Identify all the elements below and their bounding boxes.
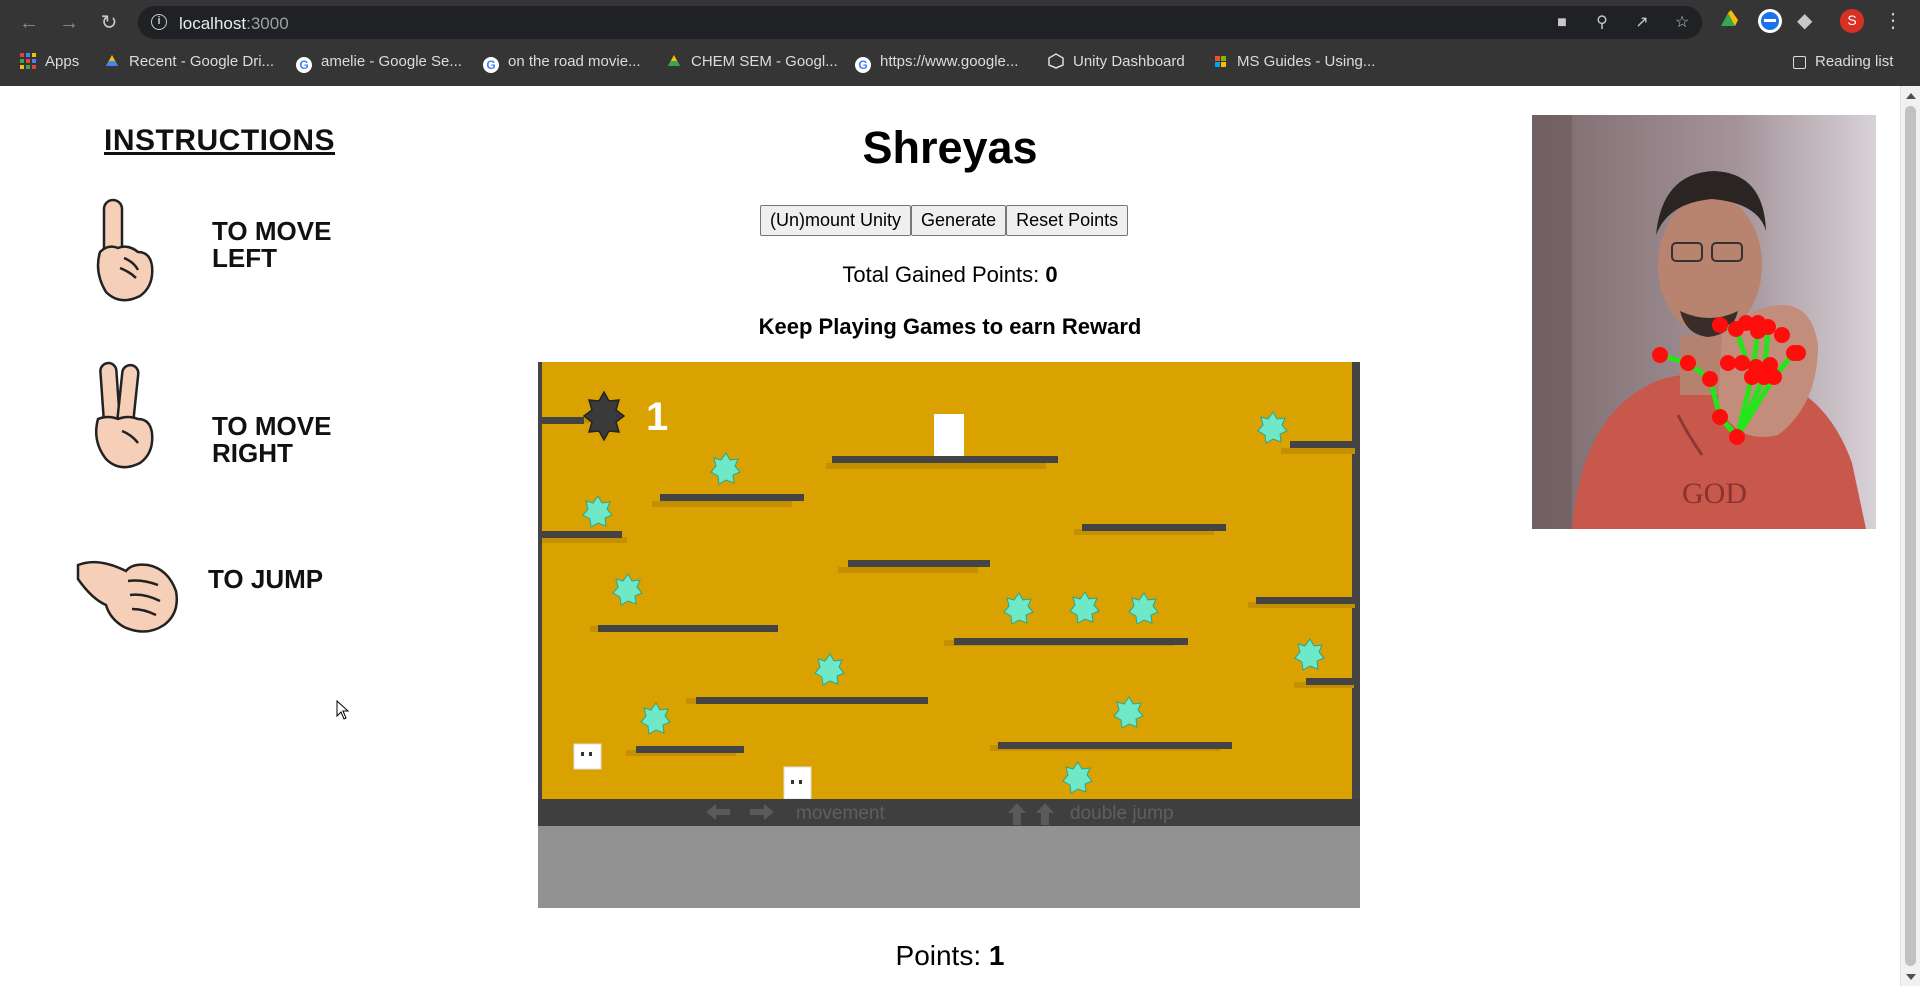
instruction-jump: TO JUMP [76, 536, 376, 656]
points: Points: 1 [895, 940, 1005, 971]
game-left-wall [538, 362, 542, 799]
bookmark-on-the-road[interactable]: Gon the road movie... [483, 52, 641, 73]
unity-game-canvas[interactable]: 1 movement double jump [538, 362, 1360, 908]
bookmark-star-icon[interactable]: ☆ [1672, 15, 1692, 31]
camera-icon[interactable]: ■ [1552, 15, 1572, 31]
peace-sign-hand-icon [95, 361, 154, 469]
mouse-cursor [336, 700, 350, 720]
google-icon: G [855, 57, 871, 73]
player-character [573, 743, 602, 770]
instruction-move-left: TO MOVE LEFT [80, 196, 380, 316]
menu-kebab-icon[interactable]: ⋮ [1880, 8, 1906, 34]
browser-chrome: ← → ↻ i localhost:3000 ■ ⚲ ↗ ☆ ◆ S ⋮ App… [0, 0, 1920, 86]
goal-door [934, 414, 964, 456]
google-drive-icon [668, 55, 680, 66]
google-icon: G [296, 57, 312, 73]
zoom-icon[interactable]: ⚲ [1592, 15, 1612, 31]
bookmark-ms-guides[interactable]: MS Guides - Using... [1212, 52, 1375, 72]
double-jump-hint: double jump [1070, 803, 1174, 824]
address-bar[interactable]: i localhost:3000 ■ ⚲ ↗ ☆ [138, 6, 1702, 39]
google-drive-icon [106, 55, 118, 66]
controls-hint-bar [538, 799, 1360, 826]
generate-button[interactable]: Generate [911, 205, 1007, 236]
button-group: (Un)mount Unity Generate Reset Points [760, 205, 1129, 236]
bookmark-google-url[interactable]: Ghttps://www.google... [855, 52, 1018, 73]
webcam-feed: GOD [1532, 115, 1876, 529]
bookmark-amelie[interactable]: Gamelie - Google Se... [296, 52, 462, 73]
puzzle-extensions-icon[interactable]: ◆ [1797, 8, 1823, 34]
scrollbar-thumb[interactable] [1905, 106, 1916, 966]
ms-guides-icon [1215, 56, 1226, 67]
bookmark-apps[interactable]: Apps [20, 52, 79, 72]
reading-list-icon [1793, 56, 1806, 69]
back-icon[interactable]: ← [17, 11, 41, 35]
bookmark-unity-dashboard[interactable]: Unity Dashboard [1048, 52, 1185, 72]
page-scrollbar[interactable] [1900, 86, 1920, 986]
scroll-up-icon[interactable] [1906, 93, 1916, 99]
extension-blue-icon[interactable] [1757, 8, 1783, 34]
unity-icon [1048, 53, 1064, 69]
instruction-move-right: TO MOVE RIGHT [80, 361, 380, 481]
total-points-value: 0 [1045, 262, 1058, 287]
bookmarks-bar: Apps Recent - Google Dri... Gamelie - Go… [0, 46, 1920, 78]
page-content: INSTRUCTIONS TO MOVELEFT TO MOVERIGHT [0, 86, 1900, 986]
instruction-label: TO JUMP [208, 564, 324, 594]
forward-icon[interactable]: → [57, 11, 81, 35]
points-value: 1 [988, 940, 1005, 971]
game-score: 1 [646, 395, 668, 439]
share-icon[interactable]: ↗ [1632, 15, 1652, 31]
scroll-down-icon[interactable] [1906, 974, 1916, 980]
svg-text:GOD: GOD [1682, 477, 1747, 510]
reset-points-button[interactable]: Reset Points [1006, 205, 1129, 236]
reading-list-button[interactable]: Reading list [1793, 52, 1893, 72]
instruction-label: TO MOVE RIGHT [212, 411, 332, 468]
unmount-unity-button[interactable]: (Un)mount Unity [760, 205, 912, 236]
reload-icon[interactable]: ↻ [97, 11, 121, 35]
profile-avatar[interactable]: S [1839, 8, 1865, 34]
person-face [1658, 195, 1762, 335]
extension-drive-icon[interactable] [1717, 10, 1743, 36]
index-finger-up-hand-icon [96, 198, 154, 302]
apps-grid-icon [20, 53, 36, 69]
url-text[interactable]: localhost:3000 [179, 14, 289, 34]
thumb-sideways-hand-icon [76, 560, 178, 633]
google-icon: G [483, 57, 499, 73]
bookmark-chem-sem[interactable]: CHEM SEM - Googl... [666, 52, 838, 72]
enemy-block [783, 766, 812, 800]
bookmark-recent-drive[interactable]: Recent - Google Dri... [104, 52, 274, 72]
movement-hint: movement [796, 803, 885, 824]
site-info-icon[interactable]: i [151, 14, 167, 30]
game-right-wall [1352, 362, 1360, 799]
